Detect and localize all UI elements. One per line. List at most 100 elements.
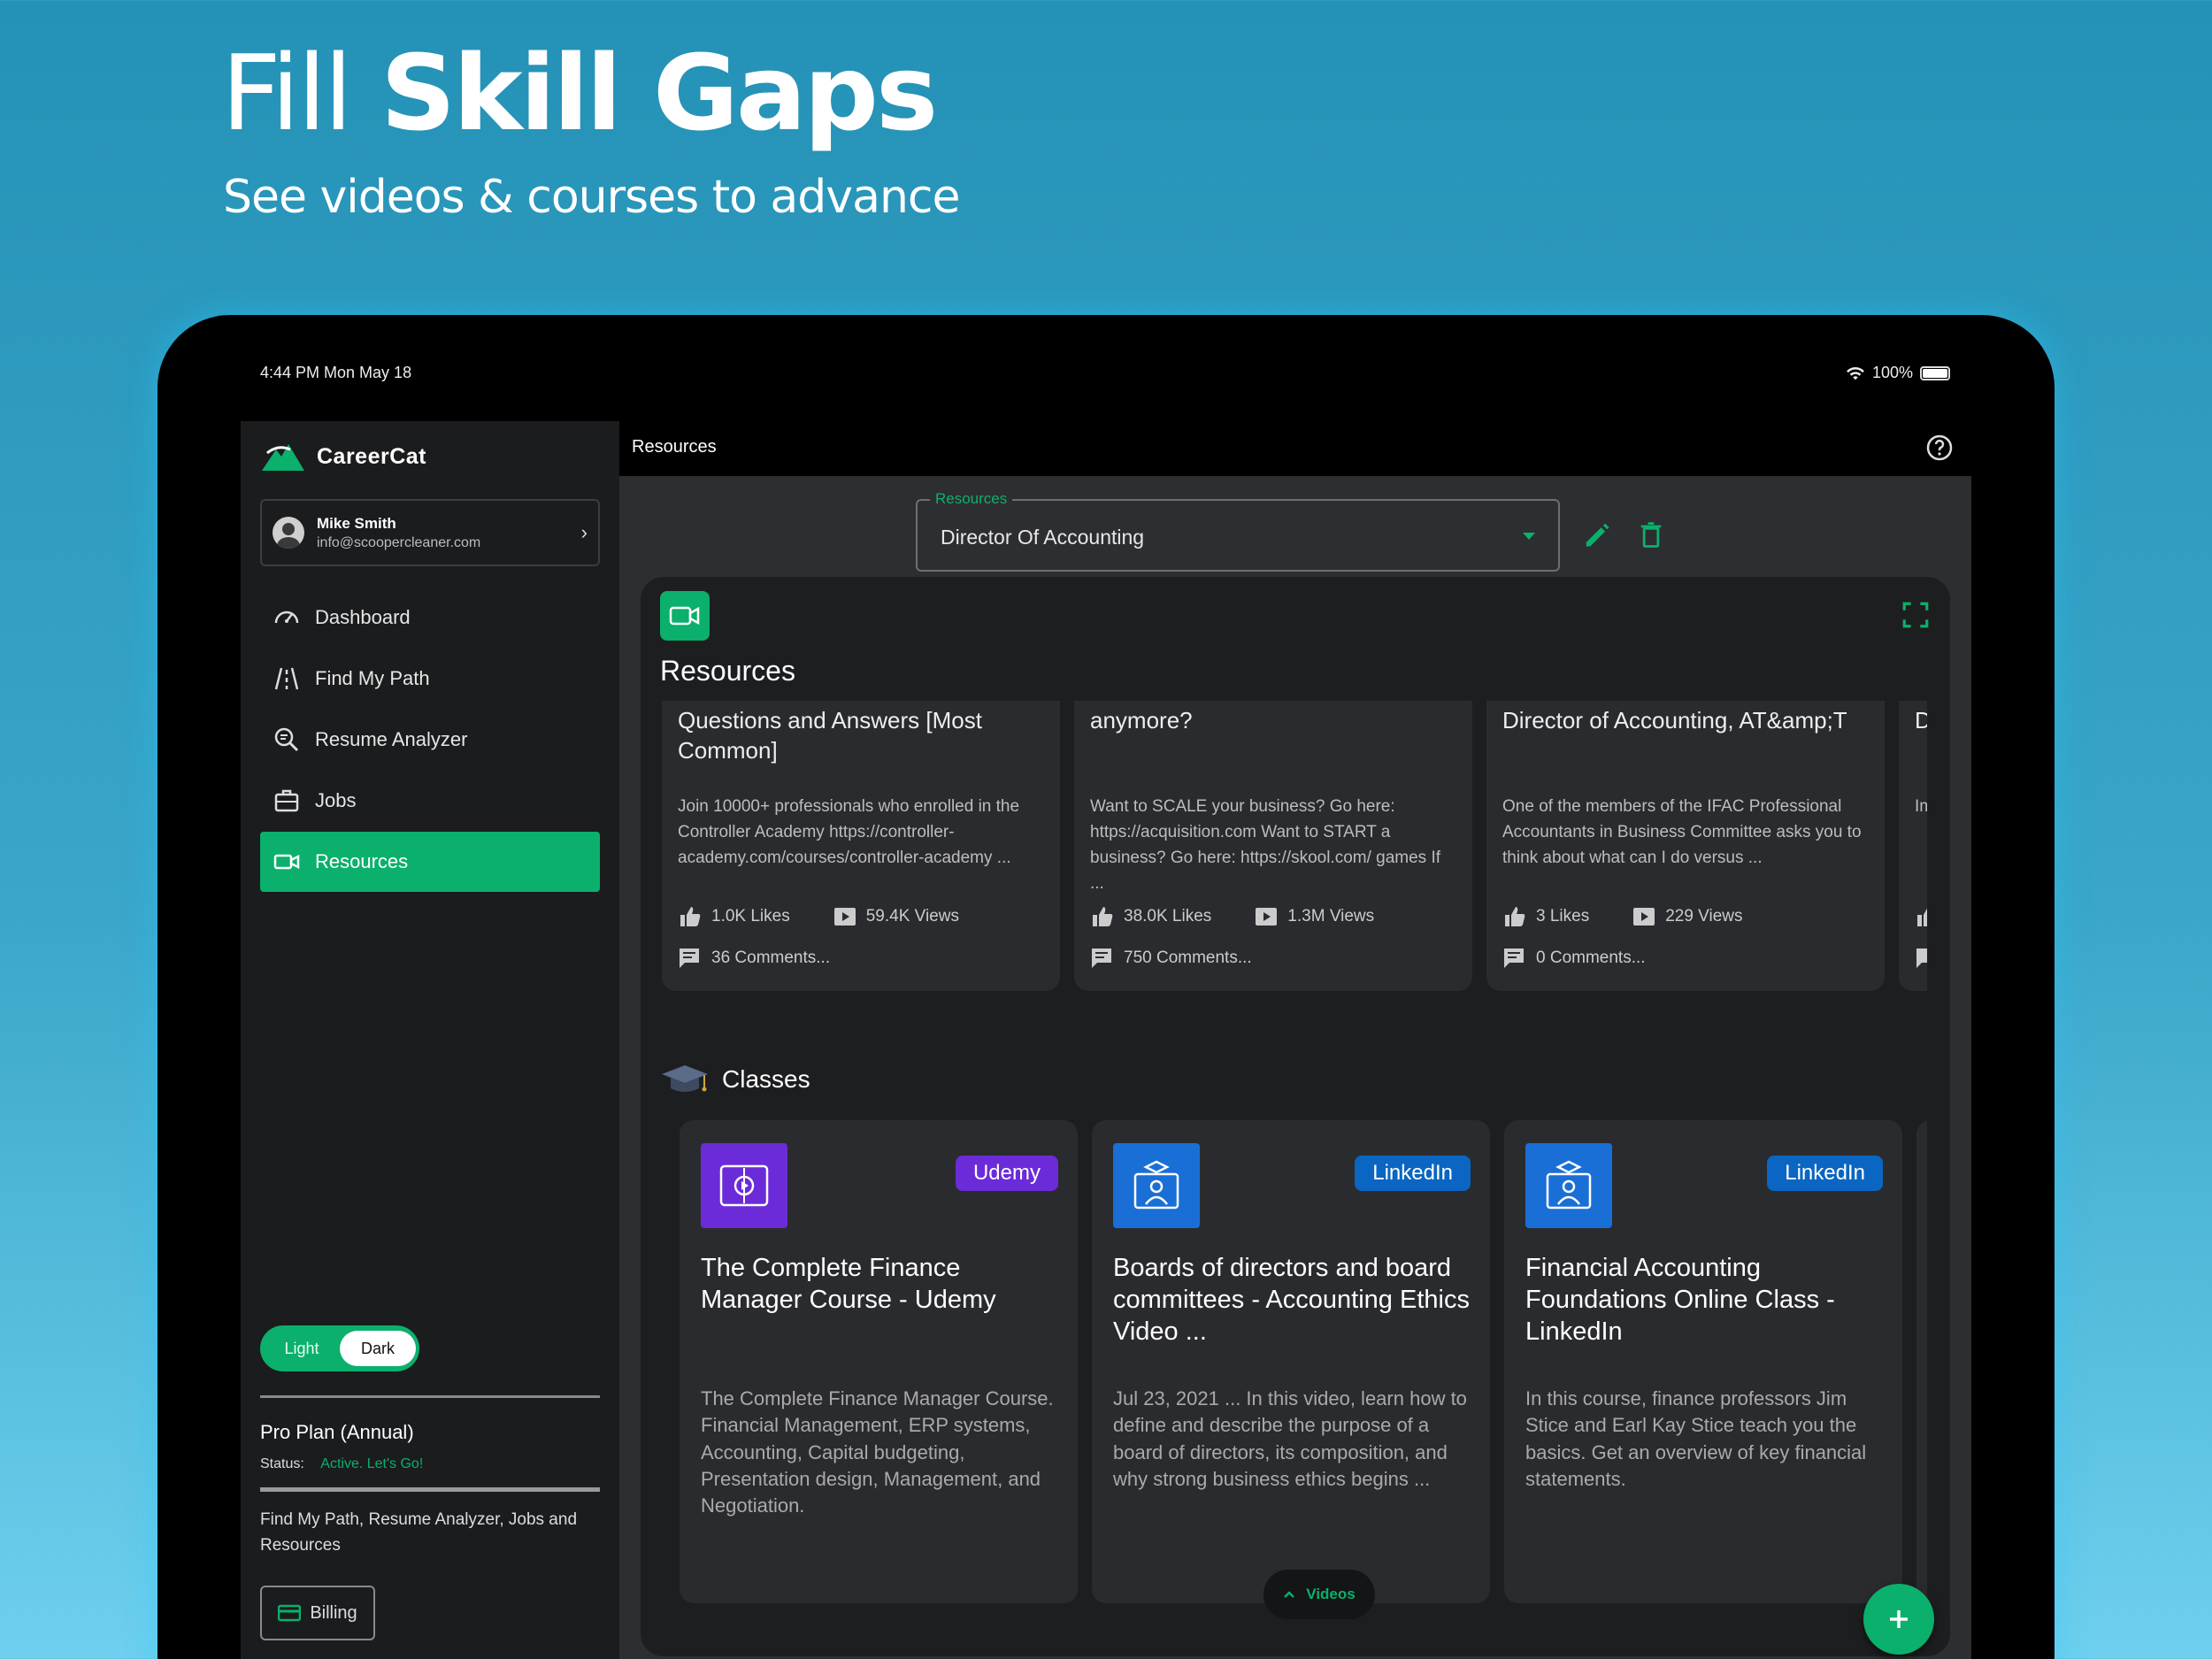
course-book-icon xyxy=(701,1143,787,1228)
app-screen: CareerCat Mike Smith info@scoopercleaner… xyxy=(241,421,1971,1659)
battery-percent: 100% xyxy=(1871,364,1913,381)
video-comments: 750 Comments... xyxy=(1124,949,1252,967)
delete-trash-icon[interactable] xyxy=(1635,518,1667,550)
theme-light-option[interactable]: Light xyxy=(264,1340,340,1358)
video-description: Join 10000+ professionals who enrolled i… xyxy=(678,797,1020,867)
class-card[interactable]: LinkedIn Boards of directors and board c… xyxy=(1092,1120,1490,1603)
class-description: The Complete Finance Manager Course. Fin… xyxy=(701,1387,1054,1517)
online-class-icon xyxy=(1113,1143,1200,1228)
fullscreen-icon[interactable] xyxy=(1901,600,1931,630)
resources-select[interactable]: Resources Director Of Accounting xyxy=(916,490,1560,572)
video-likes: 1.0K Likes xyxy=(711,907,790,926)
graduation-cap-icon xyxy=(662,1065,708,1092)
play-box-icon xyxy=(1633,908,1655,926)
main-content: Resources Resources Director Of Accounti… xyxy=(619,421,1971,1659)
video-title: Director of Accounting, AT&amp;T xyxy=(1502,707,1847,733)
video-likes: 38.0K Likes xyxy=(1124,907,1212,926)
wifi-icon xyxy=(1847,366,1864,380)
sidebar-item-label: Find My Path xyxy=(315,667,430,689)
video-title: Di Ar xyxy=(1915,707,1927,733)
sidebar: CareerCat Mike Smith info@scoopercleaner… xyxy=(241,421,619,1659)
provider-badge: LinkedIn xyxy=(1767,1156,1883,1191)
class-card[interactable]: Udemy The Complete Finance Manager Cours… xyxy=(680,1120,1078,1603)
sidebar-item-jobs[interactable]: Jobs xyxy=(260,771,600,831)
hero-title: Fill Skill Gaps xyxy=(221,31,938,157)
video-card[interactable]: Director of Accounting, AT&amp;T One of … xyxy=(1486,701,1885,991)
class-card[interactable]: LinkedIn Financial Accounting Foundation… xyxy=(1504,1120,1902,1603)
comment-icon xyxy=(1092,949,1111,968)
sidebar-item-find-my-path[interactable]: Find My Path xyxy=(260,649,600,709)
play-box-icon xyxy=(833,908,856,926)
top-bar: Resources xyxy=(619,421,1971,476)
video-card[interactable]: anymore? Want to SCALE your business? Go… xyxy=(1074,701,1472,991)
chevron-right-icon: › xyxy=(580,521,588,543)
avatar xyxy=(273,517,304,549)
resources-select-value: Director Of Accounting xyxy=(941,526,1145,549)
road-icon xyxy=(274,667,299,690)
user-name: Mike Smith xyxy=(317,514,396,532)
class-card[interactable] xyxy=(1916,1120,1927,1603)
video-card[interactable]: Di Ar Im Di Yo jo xyxy=(1899,701,1927,991)
resources-select-label: Resources xyxy=(930,490,1013,508)
hero-title-bold: Skill Gaps xyxy=(380,32,938,154)
provider-badge: Udemy xyxy=(955,1156,1058,1191)
plan-status-label: Status: xyxy=(260,1456,304,1471)
plan-status-value: Active. Let's Go! xyxy=(320,1456,424,1471)
theme-toggle[interactable]: Light Dark xyxy=(260,1325,419,1371)
class-description: In this course, finance professors Jim S… xyxy=(1525,1387,1867,1491)
thumbs-up-icon xyxy=(1505,907,1525,926)
video-title: anymore? xyxy=(1090,707,1193,733)
plan-status: Status: Active. Let's Go! xyxy=(260,1456,423,1472)
video-camera-icon xyxy=(669,606,700,626)
plan-description: Find My Path, Resume Analyzer, Jobs and … xyxy=(260,1510,578,1555)
user-email: info@scoopercleaner.com xyxy=(317,534,481,550)
video-carousel[interactable]: Questions and Answers [Most Common] Join… xyxy=(662,701,1927,993)
brand[interactable]: CareerCat xyxy=(260,441,426,472)
thumbs-up-icon xyxy=(1093,907,1113,926)
thumbs-up-icon xyxy=(1917,908,1927,926)
comment-icon xyxy=(1916,949,1927,968)
briefcase-icon xyxy=(274,789,299,812)
plan-title: Pro Plan (Annual) xyxy=(260,1421,414,1443)
status-bar: 4:44 PM Mon May 18 100% xyxy=(260,364,1950,387)
brand-name: CareerCat xyxy=(317,443,427,469)
video-badge xyxy=(660,591,710,641)
resources-panel: Resources Questions and Answers [Most Co… xyxy=(641,577,1950,1656)
video-views: 1.3M Views xyxy=(1287,907,1375,926)
hero-subtitle: See videos & courses to advance xyxy=(223,171,960,224)
divider xyxy=(260,1395,600,1398)
videos-toggle-label: Videos xyxy=(1306,1586,1356,1602)
panel-title: Resources xyxy=(660,655,795,687)
video-views: 229 Views xyxy=(1665,907,1743,926)
sidebar-item-resume-analyzer[interactable]: Resume Analyzer xyxy=(260,710,600,770)
sidebar-item-resources[interactable]: Resources xyxy=(260,832,600,892)
plus-icon xyxy=(1890,1610,1908,1628)
add-button[interactable] xyxy=(1863,1584,1934,1655)
sidebar-item-label: Resume Analyzer xyxy=(315,728,468,750)
video-likes: 3 Likes xyxy=(1536,907,1590,926)
video-views: 59.4K Views xyxy=(865,907,960,926)
video-card[interactable]: Questions and Answers [Most Common] Join… xyxy=(662,701,1060,991)
classes-carousel[interactable]: Udemy The Complete Finance Manager Cours… xyxy=(680,1120,1927,1616)
sidebar-item-dashboard[interactable]: Dashboard xyxy=(260,588,600,648)
video-title: Questions and Answers [Most Common] xyxy=(678,707,982,764)
video-comments: 36 Comments... xyxy=(711,949,831,967)
videos-toggle-button[interactable]: Videos xyxy=(1263,1570,1375,1619)
user-profile-card[interactable]: Mike Smith info@scoopercleaner.com › xyxy=(260,499,600,566)
sidebar-item-label: Jobs xyxy=(315,789,357,811)
class-title: The Complete Finance Manager Course - Ud… xyxy=(701,1254,996,1314)
caret-down-icon xyxy=(1523,533,1535,540)
provider-badge: LinkedIn xyxy=(1355,1156,1471,1191)
help-icon[interactable] xyxy=(1925,434,1954,462)
video-description: One of the members of the IFAC Professio… xyxy=(1502,797,1862,867)
gauge-icon xyxy=(274,611,299,624)
hero-title-light: Fill xyxy=(221,32,381,154)
video-description: Want to SCALE your business? Go here: ht… xyxy=(1090,797,1441,893)
classes-heading: Classes xyxy=(660,1062,810,1097)
sidebar-item-label: Dashboard xyxy=(315,606,411,628)
comment-icon xyxy=(1504,949,1524,968)
theme-dark-option[interactable]: Dark xyxy=(340,1331,416,1366)
credit-card-icon xyxy=(278,1604,302,1622)
billing-button[interactable]: Billing xyxy=(260,1586,375,1640)
edit-pencil-icon[interactable] xyxy=(1580,518,1612,550)
